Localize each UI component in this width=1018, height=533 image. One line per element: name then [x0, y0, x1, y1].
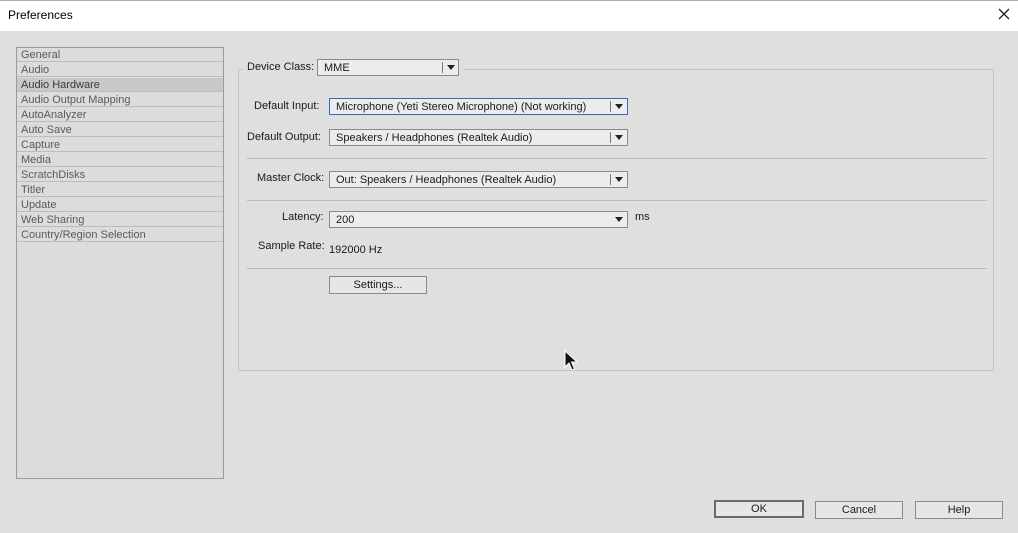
chevron-down-icon	[615, 217, 623, 222]
latency-unit: ms	[635, 211, 650, 223]
default-input-value: Microphone (Yeti Stereo Microphone) (Not…	[336, 101, 587, 113]
category-item-general[interactable]: General	[17, 48, 223, 62]
latency-label: Latency:	[282, 211, 324, 223]
default-output-dropdown[interactable]: Speakers / Headphones (Realtek Audio)	[329, 129, 628, 146]
category-item-update[interactable]: Update	[17, 198, 223, 212]
dropdown-separator	[610, 174, 611, 185]
device-class-label: Device Class:	[247, 61, 315, 73]
master-clock-value: Out: Speakers / Headphones (Realtek Audi…	[336, 174, 557, 186]
chevron-down-icon	[615, 135, 623, 140]
category-item-media[interactable]: Media	[17, 153, 223, 167]
category-item-audio-hardware[interactable]: Audio Hardware	[17, 78, 223, 92]
title-bar-top-border	[0, 0, 1018, 1]
default-output-label: Default Output:	[247, 131, 321, 143]
divider	[247, 268, 987, 269]
window-title: Preferences	[8, 8, 73, 22]
dropdown-separator	[610, 132, 611, 143]
master-clock-dropdown[interactable]: Out: Speakers / Headphones (Realtek Audi…	[329, 171, 628, 188]
close-icon[interactable]	[996, 6, 1012, 22]
latency-value: 200	[336, 214, 355, 226]
category-item-auto-save[interactable]: Auto Save	[17, 123, 223, 137]
sample-rate-label: Sample Rate:	[258, 240, 325, 252]
default-input-dropdown[interactable]: Microphone (Yeti Stereo Microphone) (Not…	[329, 98, 628, 115]
chevron-down-icon	[447, 65, 455, 70]
help-button[interactable]: Help	[915, 501, 1003, 519]
category-item-scratchdisks[interactable]: ScratchDisks	[17, 168, 223, 182]
default-input-label: Default Input:	[254, 100, 320, 112]
category-item-country-region[interactable]: Country/Region Selection	[17, 228, 223, 242]
sample-rate-value: 192000 Hz	[329, 244, 383, 256]
category-item-autoanalyzer[interactable]: AutoAnalyzer	[17, 108, 223, 122]
chevron-down-icon	[615, 104, 623, 109]
category-item-web-sharing[interactable]: Web Sharing	[17, 213, 223, 227]
category-list[interactable]: General Audio Audio Hardware Audio Outpu…	[16, 47, 224, 479]
category-item-titler[interactable]: Titler	[17, 183, 223, 197]
cancel-button[interactable]: Cancel	[815, 501, 903, 519]
default-output-value: Speakers / Headphones (Realtek Audio)	[336, 132, 533, 144]
latency-dropdown[interactable]: 200	[329, 211, 628, 228]
divider	[247, 200, 987, 201]
title-bar	[0, 0, 1018, 31]
mouse-cursor-icon	[564, 349, 579, 375]
device-class-value: MME	[324, 62, 350, 74]
ok-button[interactable]: OK	[714, 500, 804, 518]
master-clock-label: Master Clock:	[257, 172, 325, 184]
category-item-audio[interactable]: Audio	[17, 63, 223, 77]
category-item-audio-output-mapping[interactable]: Audio Output Mapping	[17, 93, 223, 107]
chevron-down-icon	[615, 177, 623, 182]
category-item-capture[interactable]: Capture	[17, 138, 223, 152]
dropdown-separator	[442, 62, 443, 73]
device-class-dropdown[interactable]: MME	[317, 59, 459, 76]
settings-button[interactable]: Settings...	[329, 276, 427, 294]
divider	[247, 158, 987, 159]
dropdown-separator	[610, 101, 611, 112]
